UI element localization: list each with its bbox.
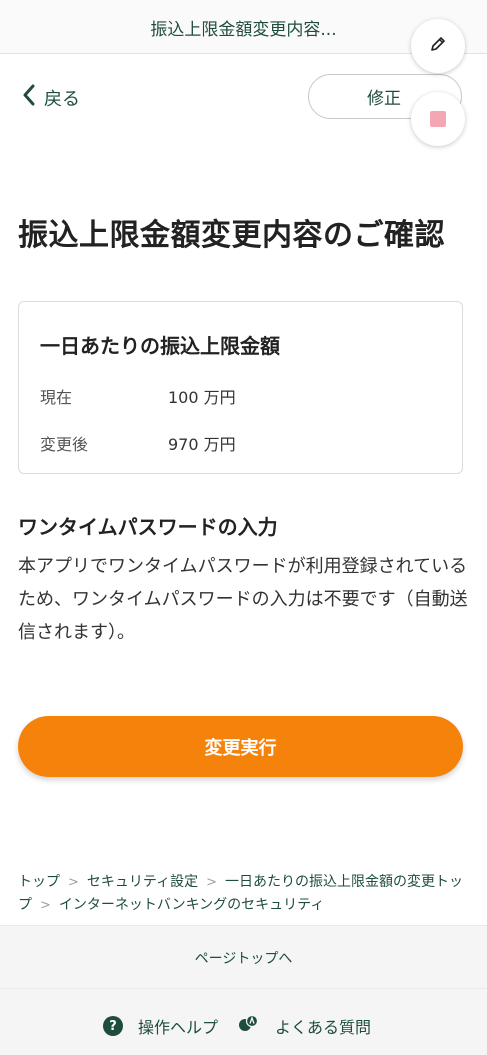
faq-label: よくある質問 xyxy=(275,1018,372,1037)
current-label: 現在 xyxy=(40,388,73,407)
back-link[interactable]: 戻る xyxy=(22,84,80,111)
card-title: 一日あたりの振込上限金額 xyxy=(40,334,280,358)
faq-icon xyxy=(237,1014,259,1038)
edit-fab-button[interactable] xyxy=(411,19,465,73)
execute-change-button[interactable]: 変更実行 xyxy=(18,716,463,777)
footer-links: ? 操作ヘルプ よくある質問 xyxy=(0,988,487,1055)
breadcrumb-item-top[interactable]: トップ xyxy=(18,874,60,890)
stop-icon xyxy=(430,111,446,127)
chevron-right-icon: > xyxy=(40,898,51,913)
faq-link[interactable]: よくある質問 xyxy=(237,1014,371,1038)
help-link[interactable]: ? 操作ヘルプ xyxy=(103,1014,218,1038)
current-value: 100 万円 xyxy=(168,388,236,407)
chevron-right-icon: > xyxy=(68,875,79,890)
page-top-link[interactable]: ページトップへ xyxy=(0,948,487,968)
page-top-bar: ページトップへ xyxy=(0,925,487,988)
help-icon: ? xyxy=(103,1016,123,1036)
after-change-value: 970 万円 xyxy=(168,435,236,454)
otp-section-body: 本アプリでワンタイムパスワードが利用登録されているため、ワンタイムパスワードの入… xyxy=(18,556,468,643)
help-label: 操作ヘルプ xyxy=(138,1018,219,1037)
breadcrumb-item-ib-security[interactable]: インターネットバンキングのセキュリティ xyxy=(59,897,324,913)
otp-section-title: ワンタイムパスワードの入力 xyxy=(18,515,278,539)
back-label: 戻る xyxy=(44,88,80,110)
back-chevron-icon xyxy=(22,84,44,111)
limit-card: 一日あたりの振込上限金額 現在 100 万円 変更後 970 万円 xyxy=(18,301,463,474)
after-change-label: 変更後 xyxy=(40,435,89,454)
page-title: 振込上限金額変更内容のご確認 xyxy=(18,218,445,253)
breadcrumb-item-security-settings[interactable]: セキュリティ設定 xyxy=(87,874,198,890)
breadcrumb: トップ > セキュリティ設定 > 一日あたりの振込上限金額の変更トップ > インターネットバ… xyxy=(18,871,473,917)
chevron-right-icon: > xyxy=(206,875,217,890)
pencil-icon xyxy=(428,34,448,58)
stop-fab-button[interactable] xyxy=(411,92,465,146)
